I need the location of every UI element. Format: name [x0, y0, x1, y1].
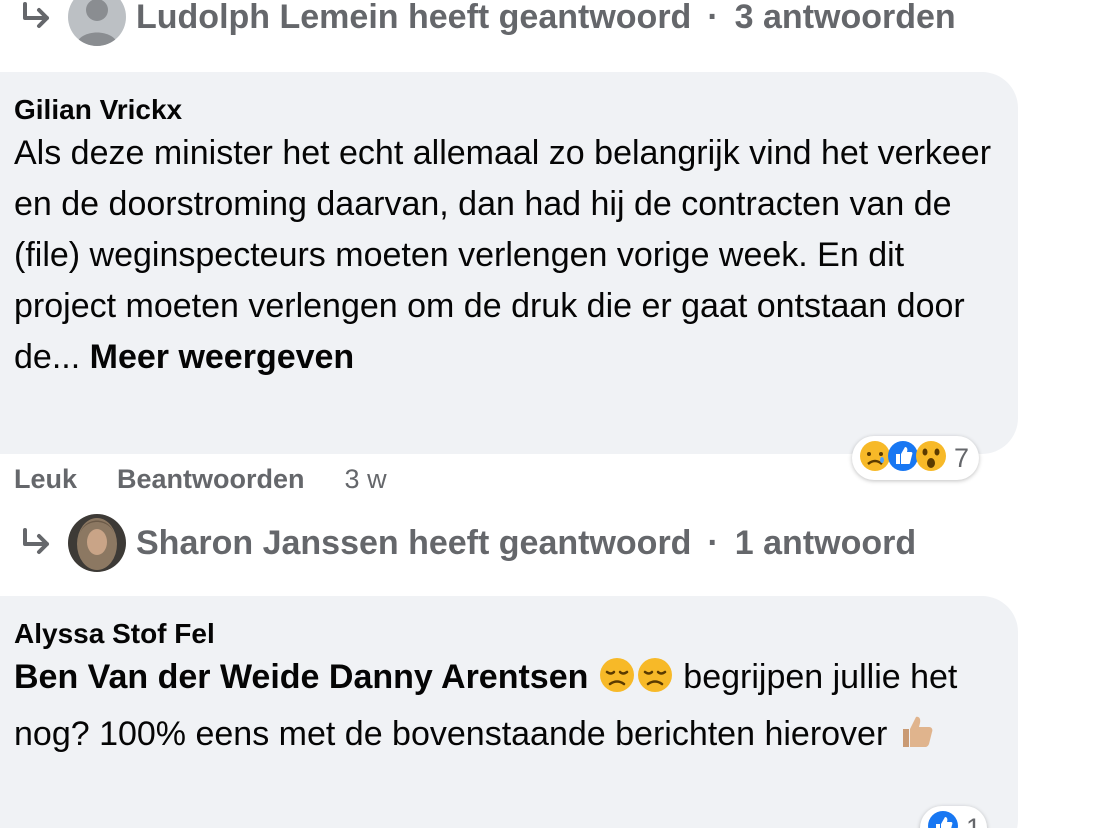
comment-body: Als deze minister het echt allemaal zo b… [14, 128, 1004, 383]
reply-button[interactable]: Beantwoorden [117, 464, 305, 495]
view-replies-link-1[interactable]: Ludolph Lemein heeft geantwoord · 3 antw… [18, 0, 956, 46]
wow-face-icon [914, 439, 948, 478]
reaction-count: 7 [954, 442, 970, 473]
reply-summary-text: Ludolph Lemein heeft geantwoord [136, 0, 692, 36]
see-more-link[interactable]: Meer weergeven [90, 338, 355, 376]
reply-arrow-icon [18, 523, 58, 563]
disappointed-face-icon [636, 656, 674, 709]
reply-summary-text: Sharon Janssen heeft geantwoord [136, 523, 692, 562]
reply-count: 1 antwoord [734, 523, 917, 562]
like-button[interactable]: Leuk [14, 464, 77, 495]
reaction-summary-1[interactable]: 7 [852, 436, 980, 480]
reaction-count: 1 [966, 812, 982, 828]
timestamp[interactable]: 3 w [345, 464, 387, 495]
comment-bubble-2: Alyssa Stof Fel Ben Van der Weide Danny … [0, 596, 1018, 828]
reply-count: 3 antwoorden [734, 0, 956, 36]
like-icon [926, 809, 960, 828]
comment-author[interactable]: Gilian Vrickx [14, 94, 1004, 126]
comment-author[interactable]: Alyssa Stof Fel [14, 618, 1004, 650]
comment-body: Ben Van der Weide Danny Arentsen begrijp… [14, 652, 1004, 766]
comment-thread: Ludolph Lemein heeft geantwoord · 3 antw… [0, 0, 1104, 828]
view-replies-link-2[interactable]: Sharon Janssen heeft geantwoord · 1 antw… [18, 514, 916, 572]
avatar[interactable] [68, 0, 126, 46]
avatar[interactable] [68, 514, 126, 572]
disappointed-face-icon [598, 656, 636, 709]
mention-link[interactable]: Ben Van der Weide Danny Arentsen [14, 658, 588, 696]
reaction-summary-2[interactable]: 1 [920, 806, 988, 828]
comment-bubble-1: Gilian Vrickx Als deze minister het echt… [0, 72, 1018, 454]
separator: · [707, 523, 719, 562]
comment-actions-1: Leuk Beantwoorden 3 w [14, 464, 387, 495]
reply-arrow-icon [18, 0, 58, 37]
thumbs-up-icon [897, 711, 937, 766]
separator: · [707, 0, 719, 36]
